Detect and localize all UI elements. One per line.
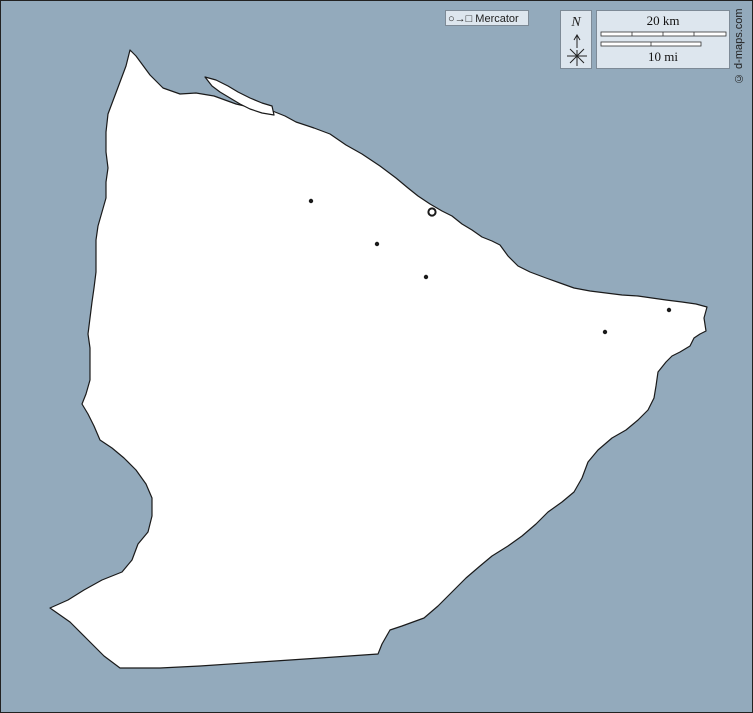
town-marker bbox=[423, 274, 429, 280]
projection-label: ○→□ Mercator bbox=[445, 10, 529, 26]
town-marker bbox=[374, 241, 380, 247]
north-arrow-panel: N bbox=[560, 10, 592, 69]
map-svg bbox=[0, 0, 753, 713]
capital-marker bbox=[427, 207, 437, 217]
scale-bar-panel: 20 km 10 mi bbox=[596, 10, 730, 69]
scale-mi-label: 10 mi bbox=[648, 49, 678, 64]
projection-glyphs: ○→□ bbox=[448, 13, 473, 25]
scale-km-bar bbox=[600, 31, 727, 37]
town-marker bbox=[666, 307, 672, 313]
credit-text: © d-maps.com bbox=[733, 8, 745, 84]
town-marker bbox=[308, 198, 314, 204]
town-marker bbox=[602, 329, 608, 335]
projection-name: Mercator bbox=[475, 13, 519, 25]
map-canvas bbox=[0, 0, 753, 713]
north-arrow-icon bbox=[567, 34, 587, 66]
north-letter: N bbox=[571, 15, 581, 30]
